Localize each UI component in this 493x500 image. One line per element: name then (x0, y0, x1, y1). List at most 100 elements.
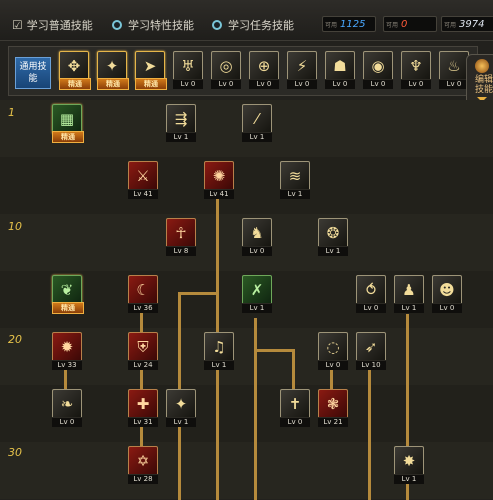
tab-label: 学习普通技能 (26, 19, 93, 32)
skill-slot[interactable]: ♞ Lv 0 (242, 218, 272, 256)
skill-slot[interactable]: ◌ Lv 0 (318, 332, 348, 370)
skill-slot[interactable]: ♨ Lv 0 (439, 51, 469, 89)
sword-cross-icon: ⚔ (128, 161, 158, 191)
skill-level: Lv 0 (249, 79, 279, 89)
icon-glyph: ❃ (326, 394, 340, 413)
icon-glyph: ◎ (219, 56, 233, 75)
tp-points: 可用 0 (383, 16, 437, 32)
hexagram-icon: ✡ (128, 446, 158, 476)
radio-icon[interactable] (112, 20, 122, 30)
skill-slot[interactable]: ✦ Lv 1 (166, 389, 196, 427)
skill-level: Lv 8 (166, 246, 196, 256)
connector-line (254, 318, 257, 500)
skill-slot[interactable]: ☥ Lv 8 (166, 218, 196, 256)
skill-level: Lv 1 (318, 246, 348, 256)
skill-slot[interactable]: ◉ Lv 0 (363, 51, 393, 89)
skill-level: Lv 0 (211, 79, 241, 89)
skill-slot[interactable]: ☾ Lv 36 (128, 275, 158, 313)
icon-glyph: ❂ (326, 223, 340, 242)
skill-slot[interactable]: ♆ Lv 0 (401, 51, 431, 89)
tab-trait-skills[interactable]: 学习特性技能 (112, 17, 194, 33)
skill-slot[interactable]: ✗ Lv 1 (242, 275, 272, 313)
green-feather-icon: ❦ (52, 275, 82, 305)
icon-glyph: ◉ (371, 56, 385, 75)
skill-slot[interactable]: ⛨ Lv 24 (128, 332, 158, 370)
icon-glyph: ♅ (181, 56, 195, 75)
sp-points: 可用 1125 (322, 16, 376, 32)
mastery-badge: 精通 (52, 131, 84, 143)
icon-glyph: ♨ (447, 56, 461, 75)
tab-quest-skills[interactable]: 学习任务技能 (212, 17, 294, 33)
skill-slot[interactable]: ✸ Lv 1 (394, 446, 424, 484)
checkbox-icon[interactable]: ☑ (12, 18, 23, 32)
skill-slot[interactable]: ⚔ Lv 41 (128, 161, 158, 199)
icon-glyph: ▦ (59, 109, 75, 128)
skill-level: Lv 0 (173, 79, 203, 89)
points-value: 3974 (459, 18, 485, 30)
skill-slot[interactable]: ≋ Lv 1 (280, 161, 310, 199)
icon-glyph: ❦ (60, 280, 74, 299)
skill-level: Lv 1 (280, 189, 310, 199)
skill-slot[interactable]: ▦ 精通 (52, 104, 84, 143)
icon-glyph: ♫ (212, 337, 226, 356)
dash-icon: ➤ (135, 51, 165, 81)
row-band (0, 157, 493, 214)
icon-glyph: ✗ (250, 280, 264, 299)
skill-slot[interactable]: ◎ Lv 0 (211, 51, 241, 89)
skill-level: Lv 28 (128, 474, 158, 484)
skill-slot[interactable]: ❂ Lv 1 (318, 218, 348, 256)
icon-glyph: ✹ (60, 337, 74, 356)
icon-glyph: ⚔ (136, 166, 150, 185)
skill-slot[interactable]: ✚ Lv 31 (128, 389, 158, 427)
meditate-icon: ✥ (59, 51, 89, 81)
skill-slot[interactable]: ⇶ Lv 1 (166, 104, 196, 142)
skill-slot[interactable]: ✺ Lv 41 (204, 161, 234, 199)
skill-slot[interactable]: ❦ 精通 (52, 275, 84, 314)
icon-glyph: ✝ (288, 394, 302, 413)
skill-level: Lv 36 (128, 303, 158, 313)
skill-slot[interactable]: ✥ 精通 (59, 51, 91, 90)
skill-slot[interactable]: ⚡ Lv 0 (287, 51, 317, 89)
ankh-icon: ☥ (166, 218, 196, 248)
skill-slot[interactable]: ☗ Lv 0 (325, 51, 355, 89)
skill-slot[interactable]: ✹ Lv 33 (52, 332, 82, 370)
skill-level: Lv 0 (318, 360, 348, 370)
icon-glyph: ✦ (105, 56, 119, 75)
icon-glyph: ✦ (174, 394, 188, 413)
mask-icon: ☻ (432, 275, 462, 305)
icon-glyph: ❧ (60, 394, 74, 413)
tab-normal-skills[interactable]: ☑ 学习普通技能 (12, 17, 93, 33)
icon-glyph: ♞ (250, 223, 264, 242)
star-burst-icon: ✸ (394, 446, 424, 476)
tab-label: 学习特性技能 (128, 19, 194, 32)
skill-slot[interactable]: ❃ Lv 21 (318, 389, 348, 427)
skill-slot[interactable]: ⊕ Lv 0 (249, 51, 279, 89)
icon-glyph: ✺ (212, 166, 226, 185)
skill-level: Lv 0 (242, 246, 272, 256)
skill-tree: 1 10 20 30 ▦ 精通 ⇶ Lv 1 ⁄ Lv 1 ⚔ Lv 41 ✺ Lv 41 ≋ Lv … (0, 100, 493, 500)
level-marker: 10 (8, 220, 22, 233)
skill-slot[interactable]: ♫ Lv 1 (204, 332, 234, 370)
icon-glyph: ☥ (175, 223, 187, 242)
strike-icon: ⚡ (287, 51, 317, 81)
skill-slot[interactable]: ⥀ Lv 0 (356, 275, 386, 313)
skill-slot[interactable]: ➤ 精通 (135, 51, 167, 90)
level-marker: 30 (8, 446, 22, 459)
skill-slot[interactable]: ♅ Lv 0 (173, 51, 203, 89)
wings-icon: ♅ (173, 51, 203, 81)
skill-slot[interactable]: ☻ Lv 0 (432, 275, 462, 313)
icon-glyph: ✥ (67, 56, 81, 75)
icon-glyph: ⚡ (296, 56, 308, 75)
torch-icon: ♨ (439, 51, 469, 81)
points-value: 0 (401, 18, 408, 30)
skill-slot[interactable]: ✡ Lv 28 (128, 446, 158, 484)
skill-slot[interactable]: ✝ Lv 0 (280, 389, 310, 427)
skill-slot[interactable]: ❧ Lv 0 (52, 389, 82, 427)
skill-slot[interactable]: ⁄ Lv 1 (242, 104, 272, 142)
skill-slot[interactable]: ✦ 精通 (97, 51, 129, 90)
skill-level: Lv 21 (318, 417, 348, 427)
edit-skills-label: 编辑技能 (475, 75, 493, 95)
radio-icon[interactable] (212, 20, 222, 30)
skill-slot[interactable]: ➶ Lv 10 (356, 332, 386, 370)
skill-slot[interactable]: ♟ Lv 1 (394, 275, 424, 313)
